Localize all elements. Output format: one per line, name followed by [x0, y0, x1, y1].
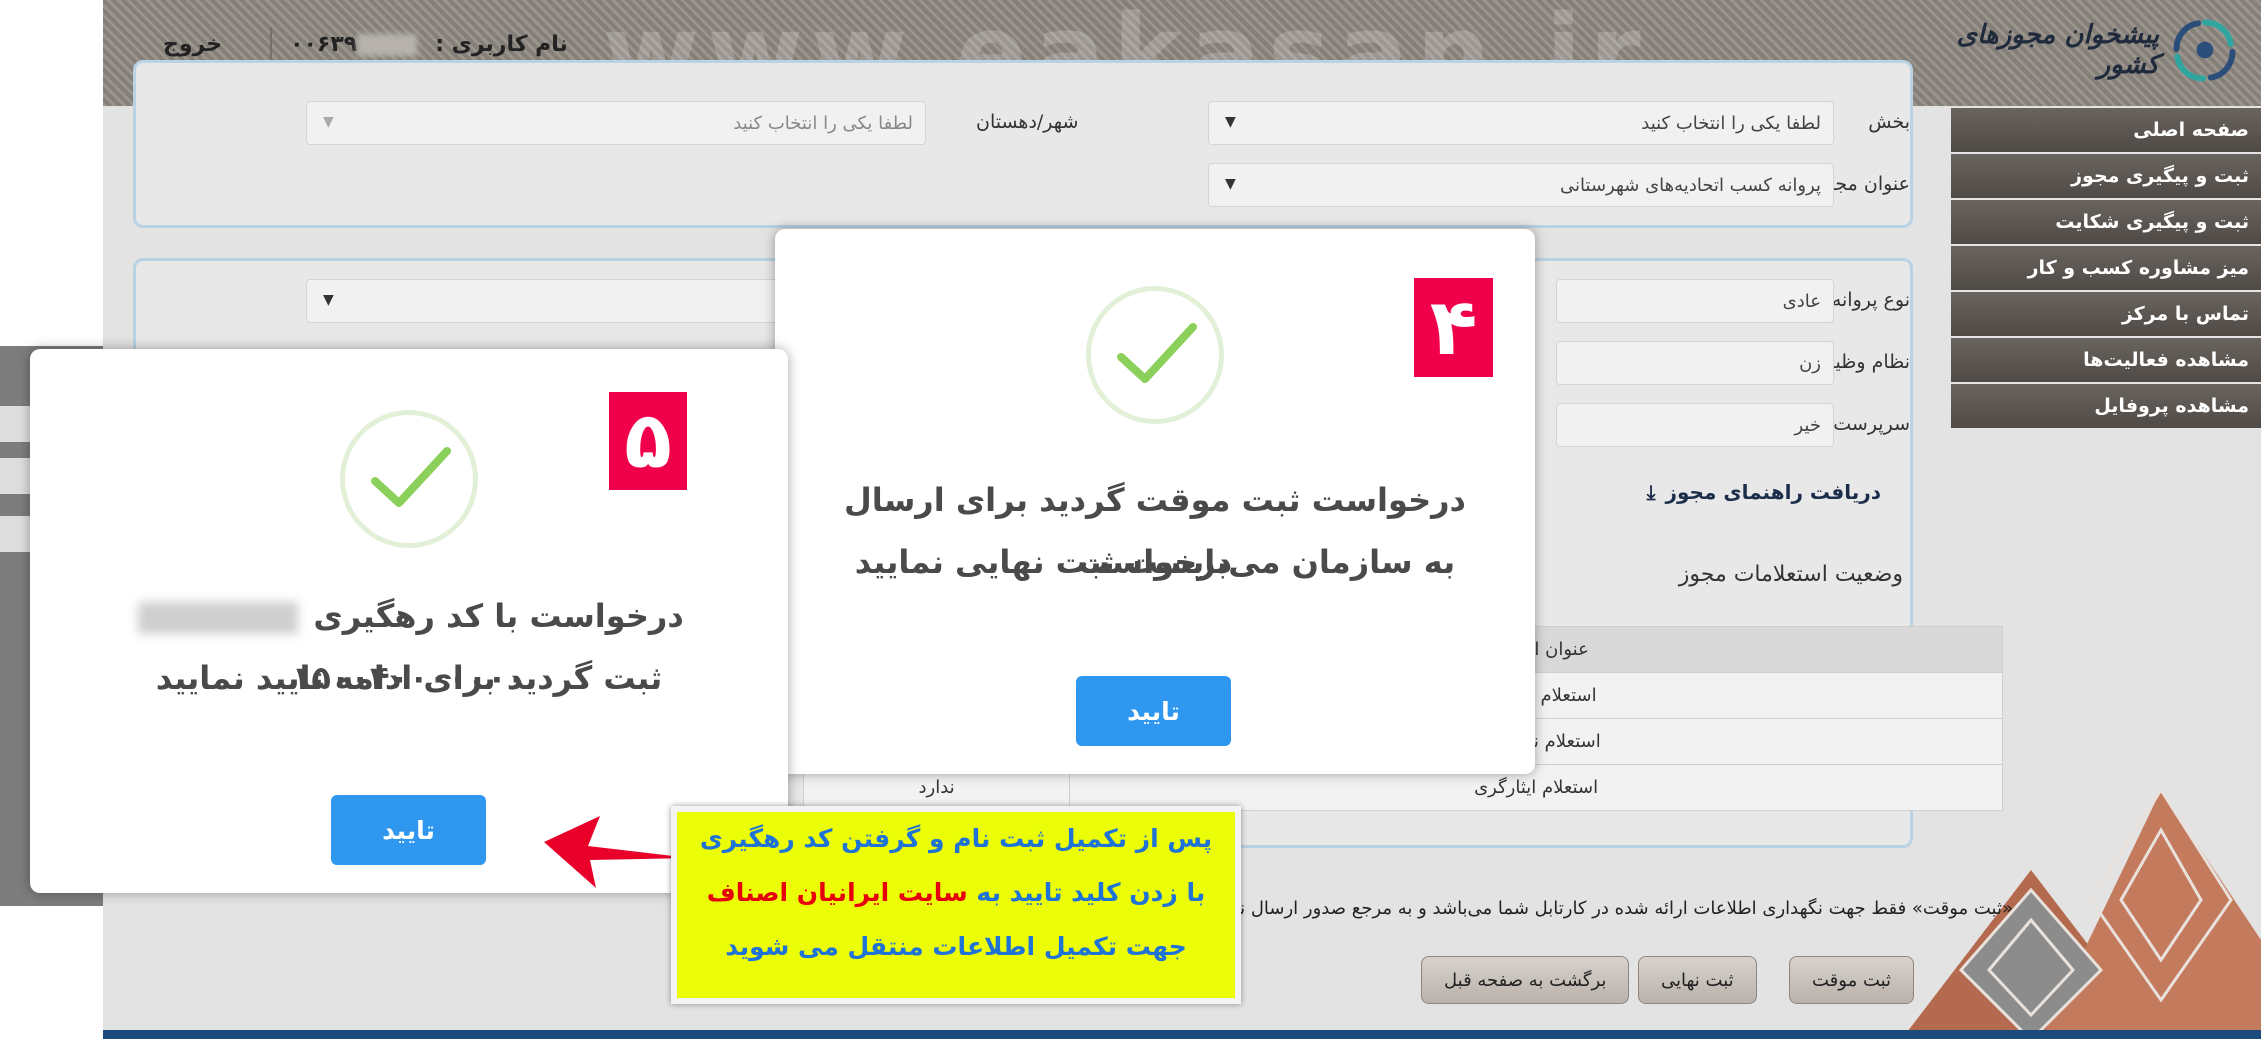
sidebar-item-label: صفحه اصلی — [2133, 119, 2249, 141]
screenshot-stage: { "header": { "watermark": "www.eakasan.… — [0, 0, 2261, 1039]
final-save-button[interactable]: ثبت نهایی — [1638, 956, 1757, 1004]
sidebar-item-label: ثبت و پیگیری شکایت — [2055, 211, 2249, 233]
success-check-icon — [340, 410, 478, 548]
logo-emblem-icon — [2173, 19, 2236, 82]
confirm-button[interactable]: تایید — [1076, 676, 1231, 746]
logout-link[interactable]: خروج — [163, 32, 222, 57]
dialog-message-line2: ثبت گردید برای ادامه تایید نمایید — [155, 659, 663, 697]
city-label: شهر/دهستان — [976, 111, 1079, 133]
success-check-icon — [1086, 286, 1224, 424]
username-value: ۰۰۶۳۹ — [290, 31, 418, 57]
step-badge: ۴ — [1414, 278, 1493, 377]
military-select[interactable]: زن — [1556, 341, 1834, 385]
license-guide-link[interactable]: دریافت راهنمای مجوز ⤓ — [1647, 480, 1881, 504]
back-button[interactable]: برگشت به صفحه قبل — [1421, 956, 1630, 1004]
site-logo[interactable]: پیشخوان مجوزهای کشور — [1931, 8, 2241, 92]
city-select[interactable]: لطفا یکی را انتخاب کنید ▼ — [306, 101, 926, 145]
license-type-select[interactable]: عادی — [1556, 279, 1834, 323]
temp-save-dialog: ۴ درخواست ثبت موقت گردید برای ارسال درخو… — [775, 229, 1535, 774]
sidebar-item-label: مشاهده فعالیت‌ها — [2083, 349, 2249, 371]
license-title-select[interactable]: پروانه کسب اتحادیه‌های شهرستانی ▼ — [1208, 163, 1834, 207]
step-badge: ۵ — [609, 392, 687, 490]
license-guide-label: دریافت راهنمای مجوز — [1665, 480, 1882, 504]
download-icon: ⤓ — [1646, 480, 1656, 504]
chevron-down-icon: ▼ — [323, 292, 334, 308]
section-select[interactable]: لطفا یکی را انتخاب کنید ▼ — [1208, 101, 1834, 145]
head-of-family-select[interactable]: خیر — [1556, 403, 1834, 447]
sidebar-item-consulting[interactable]: میز مشاوره کسب و کار — [1951, 246, 2261, 290]
callout-highlight: سایت ایرانیان اصناف — [706, 878, 968, 907]
instruction-callout: پس از تکمیل ثبت نام و گرفتن کد رهگیری با… — [671, 806, 1241, 1004]
temp-save-button[interactable]: ثبت موقت — [1789, 956, 1915, 1004]
logo-text: پیشخوان مجوزهای کشور — [1956, 20, 2160, 80]
sidebar-item-label: ثبت و پیگیری مجوز — [2071, 165, 2249, 187]
sidebar-item-contact[interactable]: تماس با مرکز — [1951, 292, 2261, 336]
username-prefix: ۰۰۶۳۹ — [290, 31, 358, 57]
sidebar-item-label: میز مشاوره کسب و کار — [2027, 257, 2249, 279]
callout-line1: پس از تکمیل ثبت نام و گرفتن کد رهگیری — [699, 824, 1213, 853]
chevron-down-icon: ▼ — [1225, 176, 1236, 192]
callout-line3: جهت تکمیل اطلاعات منتقل می شوید — [725, 932, 1187, 961]
taskbar — [103, 1030, 2261, 1039]
red-arrow-icon — [544, 816, 690, 888]
redacted-username — [357, 33, 418, 56]
dialog-message-line2: به سازمان می‌بایست ثبت نهایی نمایید — [854, 543, 1456, 581]
confirm-button[interactable]: تایید — [331, 795, 486, 865]
sidebar-item-complaint[interactable]: ثبت و پیگیری شکایت — [1951, 200, 2261, 244]
sidebar-menu: صفحه اصلی ثبت و پیگیری مجوز ثبت و پیگیری… — [1951, 108, 2261, 430]
checkmark-icon — [371, 447, 451, 507]
chevron-down-icon: ▼ — [323, 114, 334, 130]
user-area: نام کاربری : ۰۰۶۳۹ خروج — [163, 24, 568, 64]
chevron-down-icon: ▼ — [1225, 114, 1236, 130]
sidebar-item-home[interactable]: صفحه اصلی — [1951, 108, 2261, 152]
username-label: نام کاربری : — [435, 31, 568, 57]
sidebar-item-label: تماس با مرکز — [2121, 303, 2249, 325]
location-panel: بخش لطفا یکی را انتخاب کنید ▼ شهر/دهستان … — [133, 60, 1913, 228]
sidebar-item-license[interactable]: ثبت و پیگیری مجوز — [1951, 154, 2261, 198]
divider — [270, 27, 273, 61]
inquiry-status-heading: وضعیت استعلامات مجوز — [1678, 562, 1903, 587]
redacted-code — [138, 602, 299, 634]
callout-line2: با زدن کلید تایید به سایت ایرانیان اصناف — [706, 878, 1206, 907]
sidebar-item-activities[interactable]: مشاهده فعالیت‌ها — [1951, 338, 2261, 382]
sidebar-item-profile[interactable]: مشاهده پروفایل — [1951, 384, 2261, 428]
sidebar-item-label: مشاهده پروفایل — [2094, 395, 2249, 417]
tracking-code-prefix: درخواست با کد رهگیری — [313, 597, 684, 635]
checkmark-icon — [1117, 323, 1197, 383]
